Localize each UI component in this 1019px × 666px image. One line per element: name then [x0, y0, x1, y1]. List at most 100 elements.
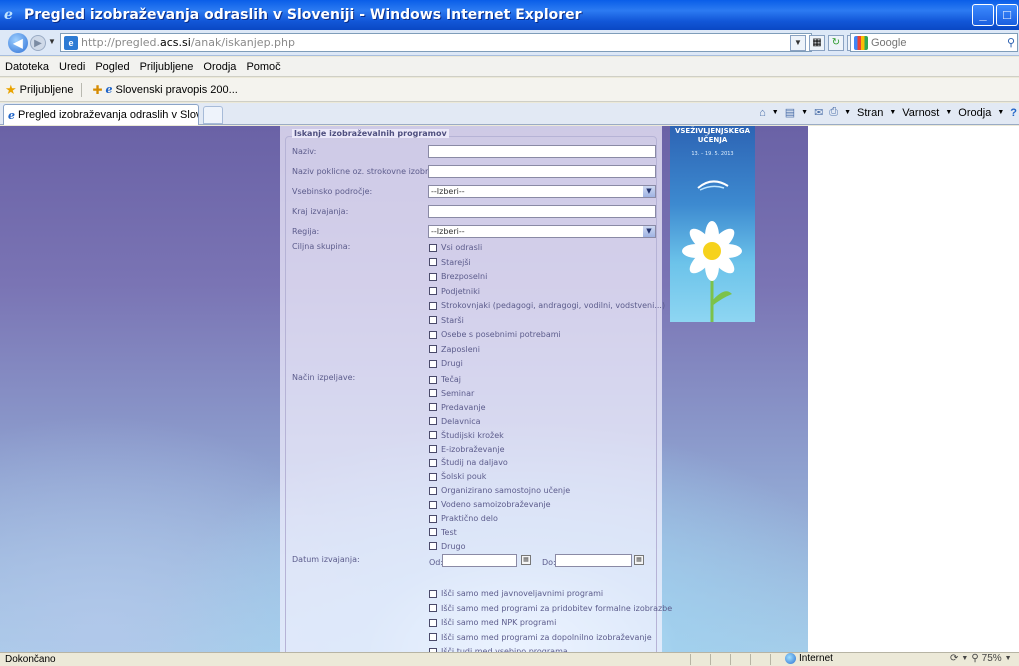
- nacin-checkbox-row[interactable]: E-izobraževanje: [429, 445, 505, 454]
- feeds-icon[interactable]: ▤: [785, 106, 795, 119]
- checkbox[interactable]: [429, 389, 437, 398]
- ciljna-checkbox-row[interactable]: Zaposleni: [429, 345, 480, 354]
- print-icon[interactable]: ⎙: [829, 106, 838, 119]
- checkbox[interactable]: [429, 618, 437, 627]
- ciljna-checkbox-row[interactable]: Drugi: [429, 359, 463, 368]
- compatibility-icon[interactable]: ▦: [809, 35, 825, 51]
- checkbox[interactable]: [429, 403, 437, 412]
- regija-select[interactable]: --Izberi-- ▼: [428, 225, 656, 238]
- favorites-button[interactable]: Priljubljene: [20, 84, 74, 96]
- chevron-down-icon[interactable]: ▼: [643, 226, 655, 237]
- checkbox[interactable]: [429, 301, 437, 310]
- nacin-checkbox-row[interactable]: Praktično delo: [429, 514, 498, 523]
- security-zone[interactable]: Internet: [785, 653, 833, 664]
- checkbox[interactable]: [429, 458, 437, 467]
- date-to-input[interactable]: [555, 554, 632, 567]
- checkbox[interactable]: [429, 486, 437, 495]
- menu-datoteka[interactable]: Datoteka: [5, 61, 49, 73]
- ciljna-checkbox-row[interactable]: Strokovnjaki (pedagogi, andragogi, vodil…: [429, 301, 665, 310]
- lifelong-learning-banner[interactable]: VSEŽIVLJENJSKEGA UČENJA 13. – 19. 5. 201…: [670, 126, 755, 322]
- orodja-menu[interactable]: Orodja: [958, 107, 991, 119]
- zoom-control[interactable]: ⟳ ▼ ⚲ 75% ▼: [950, 653, 1012, 664]
- naziv-poklicne-input[interactable]: [428, 165, 656, 178]
- window-title-bar[interactable]: e Pregled izobraževanja odraslih v Slove…: [0, 0, 1019, 30]
- stran-menu[interactable]: Stran: [857, 107, 883, 119]
- address-field[interactable]: e http://pregled.acs.si/anak/iskanjep.ph…: [60, 33, 812, 52]
- nacin-checkbox-row[interactable]: Delavnica: [429, 417, 481, 426]
- forward-button[interactable]: ▶: [30, 35, 46, 51]
- maximize-button[interactable]: □: [996, 4, 1018, 26]
- search-icon[interactable]: ⚲: [1007, 36, 1015, 49]
- nacin-checkbox-row[interactable]: Študij na daljavo: [429, 458, 508, 467]
- address-dropdown-icon[interactable]: ▼: [790, 35, 806, 51]
- nacin-checkbox-row[interactable]: Vodeno samoizobraževanje: [429, 500, 551, 509]
- refresh-icon[interactable]: ↻: [828, 35, 844, 51]
- checkbox[interactable]: [429, 258, 437, 266]
- search-box[interactable]: ⚲: [850, 33, 1018, 52]
- ciljna-checkbox-row[interactable]: Starši: [429, 316, 464, 325]
- tab-active[interactable]: e Pregled izobraževanja odraslih v Slove…: [3, 104, 199, 125]
- help-icon[interactable]: ?: [1010, 107, 1017, 119]
- checkbox[interactable]: [429, 431, 437, 440]
- add-favorite-icon[interactable]: ✚: [92, 83, 102, 97]
- checkbox[interactable]: [429, 375, 437, 384]
- new-tab-button[interactable]: [203, 106, 223, 124]
- menu-pogled[interactable]: Pogled: [95, 61, 129, 73]
- checkbox[interactable]: [429, 633, 437, 641]
- nacin-checkbox-row[interactable]: Študijski krožek: [429, 431, 504, 440]
- mail-icon[interactable]: ✉: [814, 106, 823, 119]
- filter-checkbox-row[interactable]: Išči samo med javnoveljavnimi programi: [429, 589, 603, 598]
- favorite-link[interactable]: Slovenski pravopis 200...: [116, 84, 238, 96]
- checkbox[interactable]: [429, 330, 437, 339]
- nacin-checkbox-row[interactable]: Tečaj: [429, 375, 461, 384]
- history-dropdown-icon[interactable]: ▼: [48, 37, 56, 46]
- nacin-checkbox-row[interactable]: Predavanje: [429, 403, 486, 412]
- vsebinsko-select[interactable]: --Izberi-- ▼: [428, 185, 656, 198]
- checkbox[interactable]: [429, 542, 437, 551]
- nacin-checkbox-row[interactable]: Šolski pouk: [429, 472, 486, 481]
- checkbox[interactable]: [429, 500, 437, 509]
- varnost-menu[interactable]: Varnost: [902, 107, 939, 119]
- search-input[interactable]: [871, 36, 1001, 49]
- checkbox[interactable]: [429, 514, 437, 523]
- ciljna-checkbox-row[interactable]: Vsi odrasli: [429, 243, 482, 252]
- ciljna-checkbox-row[interactable]: Brezposelni: [429, 272, 487, 281]
- checkbox[interactable]: [429, 417, 437, 426]
- checkbox[interactable]: [429, 316, 437, 324]
- home-icon[interactable]: ⌂: [759, 107, 766, 119]
- nacin-checkbox-row[interactable]: Test: [429, 528, 457, 537]
- chevron-down-icon[interactable]: ▼: [643, 186, 655, 197]
- checkbox[interactable]: [429, 272, 437, 281]
- checkbox[interactable]: [429, 243, 437, 252]
- ciljna-checkbox-row[interactable]: Starejši: [429, 258, 471, 267]
- nacin-checkbox-row[interactable]: Organizirano samostojno učenje: [429, 486, 570, 495]
- ciljna-checkbox-row[interactable]: Podjetniki: [429, 287, 480, 296]
- checkbox[interactable]: [429, 359, 437, 368]
- checkbox[interactable]: [429, 589, 437, 598]
- menu-orodja[interactable]: Orodja: [203, 61, 236, 73]
- naziv-input[interactable]: [428, 145, 656, 158]
- menu-uredi[interactable]: Uredi: [59, 61, 85, 73]
- checkbox[interactable]: [429, 287, 437, 295]
- checkbox[interactable]: [429, 445, 437, 453]
- checkbox[interactable]: [429, 528, 437, 537]
- calendar-icon[interactable]: ▦: [634, 555, 644, 565]
- calendar-icon[interactable]: ▦: [521, 555, 531, 565]
- menu-priljubljene[interactable]: Priljubljene: [140, 61, 194, 73]
- checkbox[interactable]: [429, 345, 437, 353]
- filter-checkbox-row[interactable]: Išči samo med programi za dopolnilno izo…: [429, 633, 652, 642]
- favorites-star-icon[interactable]: ★: [5, 82, 17, 98]
- ciljna-checkbox-row[interactable]: Osebe s posebnimi potrebami: [429, 330, 561, 339]
- checkbox[interactable]: [429, 604, 437, 612]
- url-text[interactable]: http://pregled.acs.si/anak/iskanjep.php: [81, 36, 295, 49]
- kraj-input[interactable]: [428, 205, 656, 218]
- checkbox[interactable]: [429, 472, 437, 481]
- nacin-checkbox-row[interactable]: Drugo: [429, 542, 466, 551]
- menu-pomoc[interactable]: Pomoč: [246, 61, 280, 73]
- nacin-checkbox-row[interactable]: Seminar: [429, 389, 474, 398]
- filter-checkbox-row[interactable]: Išči samo med programi za pridobitev for…: [429, 604, 672, 613]
- minimize-button[interactable]: _: [972, 4, 994, 26]
- date-from-input[interactable]: [442, 554, 517, 567]
- back-button[interactable]: ◀: [8, 33, 28, 53]
- filter-checkbox-row[interactable]: Išči samo med NPK programi: [429, 618, 556, 627]
